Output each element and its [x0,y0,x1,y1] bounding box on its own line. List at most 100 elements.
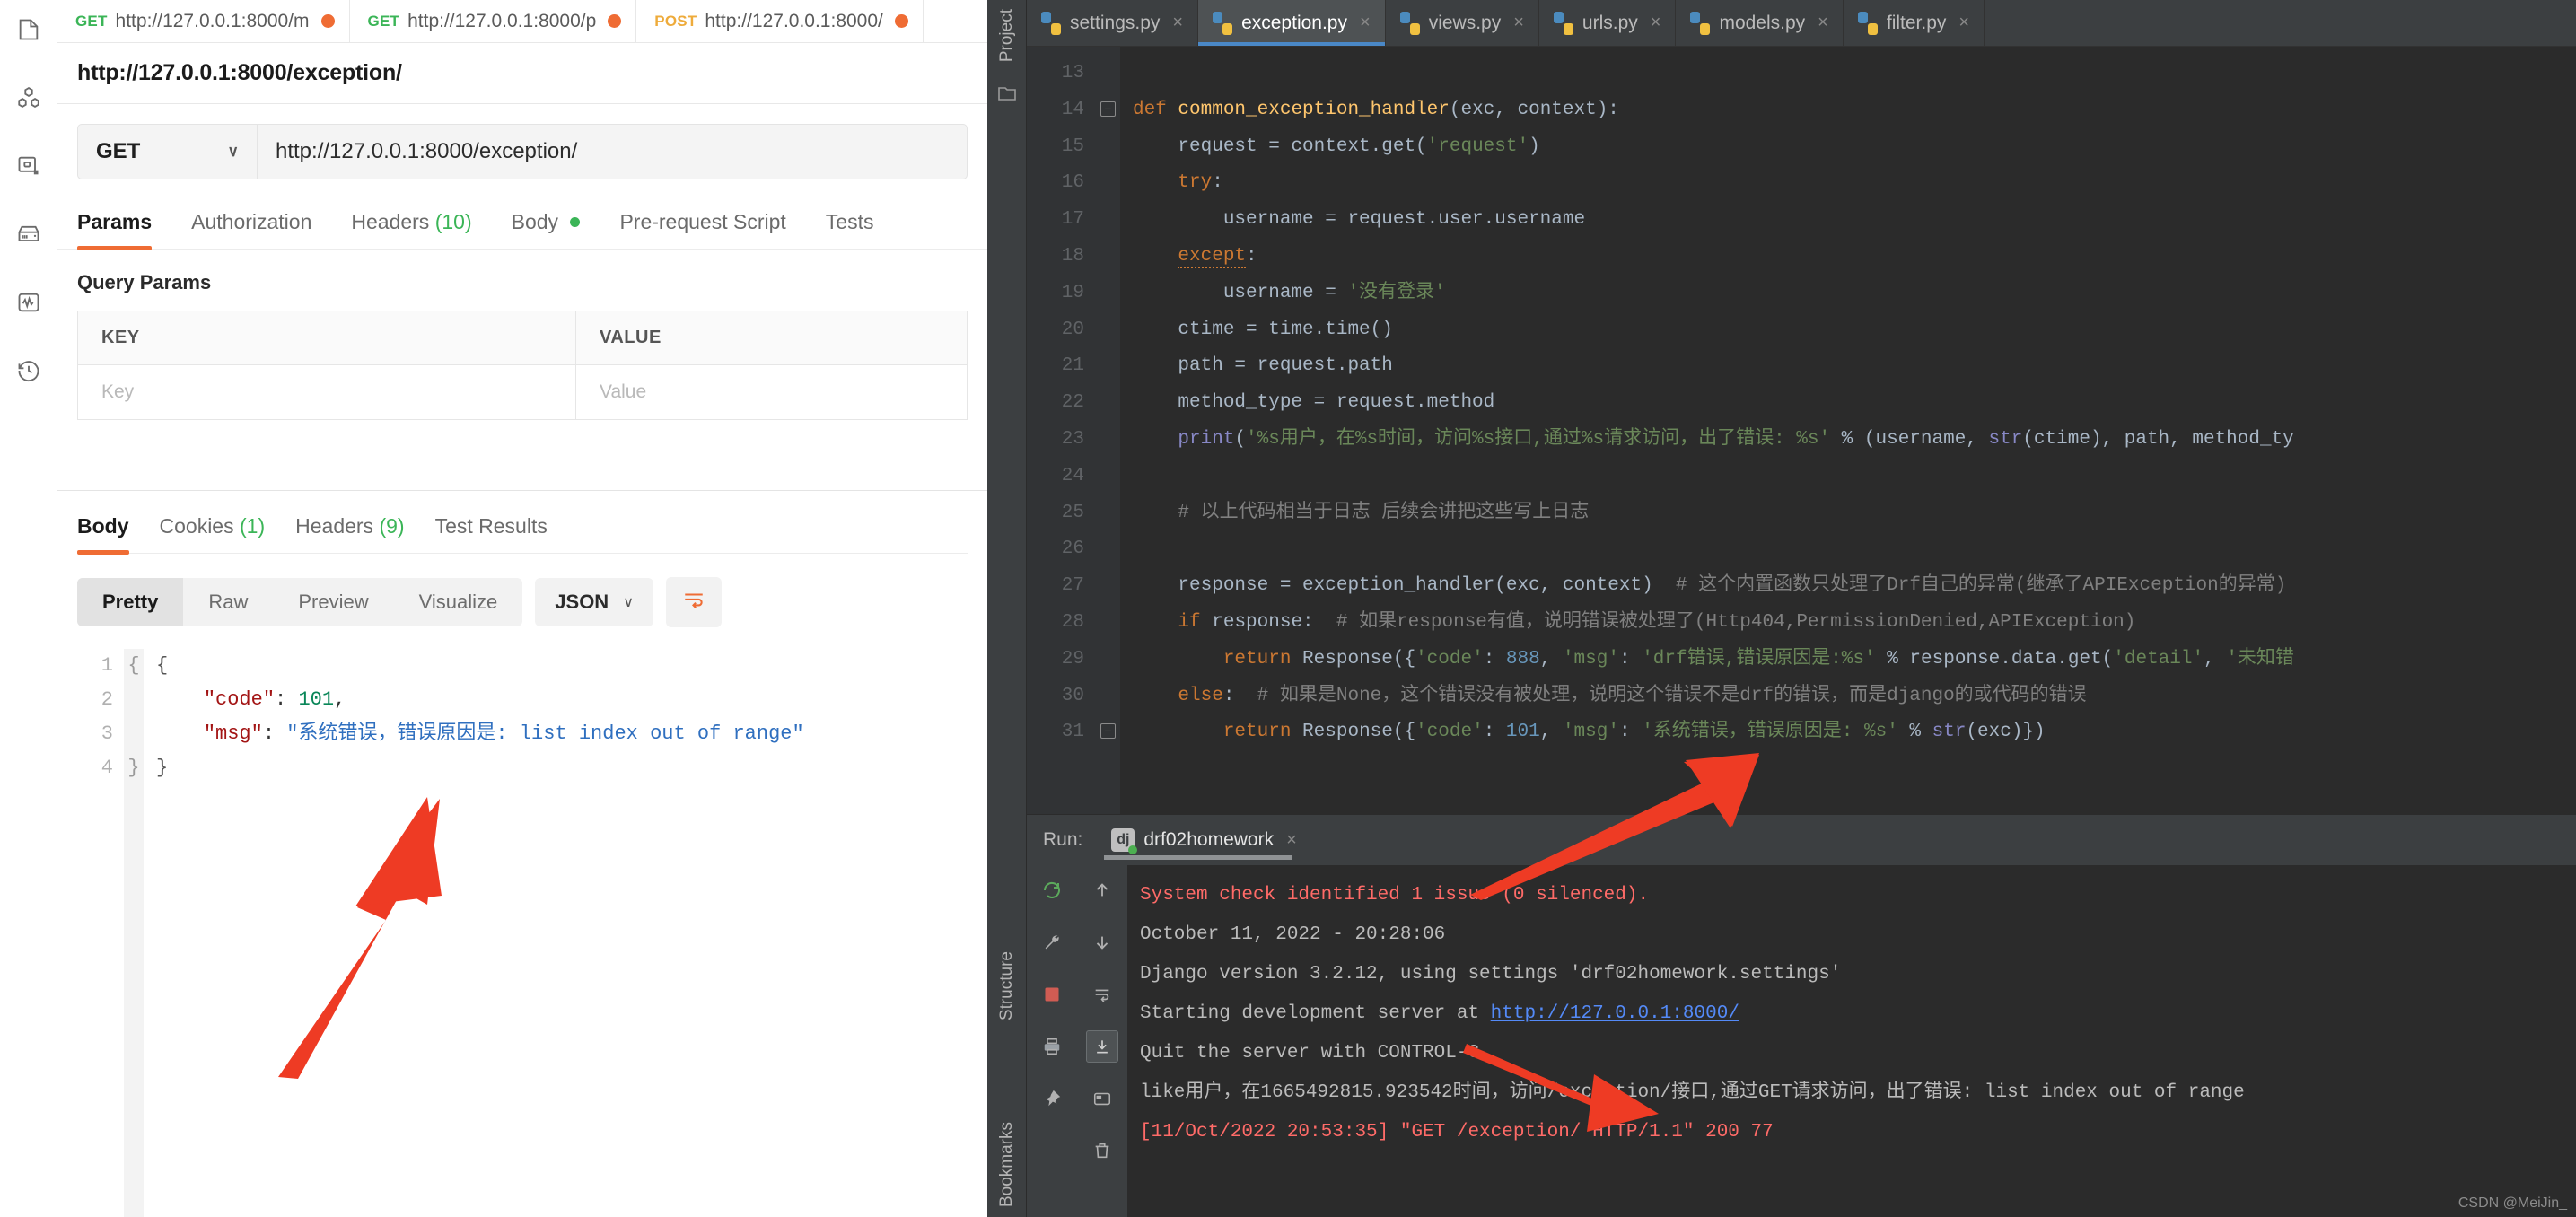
line-number: 27 [1061,575,1084,597]
request-tab-strip[interactable]: Params Authorization Headers (10) Body P… [57,179,987,250]
soft-wrap-icon[interactable] [1086,978,1118,1011]
view-mode-pretty[interactable]: Pretty [77,578,184,626]
close-icon[interactable]: × [1172,13,1183,33]
format-select[interactable]: JSON ∨ [535,578,653,626]
postman-tab-bar[interactable]: GET http://127.0.0.1:8000/m GET http://1… [57,0,987,43]
response-panel: Body Cookies (1) Headers (9) Test Result… [57,490,987,1217]
postman-tab[interactable]: GET http://127.0.0.1:8000/m [57,0,350,42]
editor-tab-filter[interactable]: filter.py × [1844,0,1985,46]
code-token: Response({ [1291,648,1416,670]
up-arrow-icon[interactable] [1086,874,1118,906]
history-icon[interactable] [13,355,44,386]
project-tool-icon[interactable] [996,83,1018,109]
table-row[interactable]: Key Value [78,365,967,420]
tab-authorization[interactable]: Authorization [191,210,311,249]
close-icon[interactable]: × [1360,13,1371,33]
code-editor[interactable]: 13 14 15 16 17 18 19 20 21 22 23 24 25 26 27 28 29 30 31 −… [1027,47,2576,814]
close-icon[interactable]: × [1286,830,1297,851]
wrench-icon[interactable] [1036,926,1068,959]
tab-pre-request-script[interactable]: Pre-request Script [619,210,785,249]
tab-label: Headers [295,514,374,538]
structure-tool-label[interactable]: Structure [997,951,1017,1020]
apis-icon[interactable] [13,83,44,113]
code-line: return Response({'code': 888, 'msg': 'dr… [1133,642,2576,679]
run-toolbar[interactable] [1027,865,1127,1217]
tab-body[interactable]: Body [512,210,581,249]
code-token: 'code' [1415,722,1484,743]
view-mode-preview[interactable]: Preview [273,578,393,626]
close-icon[interactable]: × [1958,13,1969,33]
line-number: 17 [1061,209,1084,231]
tab-test-results[interactable]: Test Results [435,514,548,553]
fold-marker[interactable]: − [1100,101,1116,117]
close-icon[interactable]: × [1651,13,1661,33]
pycharm-tool-strip[interactable]: Project Structure Bookmarks [987,0,1027,1217]
console-line: [11/Oct/2022 20:53:35] "GET /exception/ … [1140,1113,2576,1152]
code-token: # 以上代码相当于日志 后续会讲把这些写上日志 [1133,502,1590,523]
url-input[interactable]: http://127.0.0.1:8000/exception/ [257,124,968,179]
scroll-to-end-icon[interactable] [1086,1030,1118,1063]
pycharm-content: settings.py × exception.py × views.py × … [1027,0,2576,1217]
console-link[interactable]: http://127.0.0.1:8000/ [1491,1003,1739,1024]
tab-url-label: http://127.0.0.1:8000/m [115,10,310,31]
run-console-output[interactable]: System check identified 1 issue (0 silen… [1127,865,2576,1217]
editor-tab-views[interactable]: views.py × [1386,0,1539,46]
editor-tab-bar[interactable]: settings.py × exception.py × views.py × … [1027,0,2576,47]
wrap-lines-button[interactable] [665,577,722,627]
close-icon[interactable]: × [1513,13,1524,33]
close-icon[interactable]: × [1818,13,1828,33]
project-tool-label[interactable]: Project [997,9,1017,62]
run-toolbar-right[interactable] [1077,865,1127,1217]
request-title-bar: http://127.0.0.1:8000/exception/ [57,43,987,104]
tab-headers[interactable]: Headers (10) [351,210,471,249]
view-mode-visualize[interactable]: Visualize [394,578,523,626]
response-body-viewer[interactable]: 1 2 3 4 { } { "code": 101, "msg": "系统错误，错误原… [77,649,968,1217]
key-input[interactable]: Key [78,365,576,420]
editor-tab-urls[interactable]: urls.py × [1539,0,1677,46]
http-method-select[interactable]: GET ∨ [77,124,257,179]
camera-icon[interactable] [1086,1082,1118,1115]
postman-window: GET http://127.0.0.1:8000/m GET http://1… [0,0,987,1217]
json-code: { "code": 101, "msg": "系统错误，错误原因是: list … [144,649,804,1217]
table-header-row: KEY VALUE [78,311,967,365]
monitors-icon[interactable] [13,287,44,318]
postman-sidebar-rail[interactable] [0,0,57,1217]
editor-fold-gutter[interactable]: − − [1097,47,1120,814]
fold-marker[interactable]: − [1100,723,1116,740]
tab-tests[interactable]: Tests [826,210,874,249]
code-token: : [1483,722,1506,743]
tab-response-body[interactable]: Body [77,514,129,555]
print-icon[interactable] [1036,1030,1068,1063]
code-token: 'msg' [1562,722,1619,743]
tab-response-headers[interactable]: Headers (9) [295,514,404,553]
editor-tab-exception[interactable]: exception.py × [1198,0,1386,46]
format-value: JSON [555,591,609,613]
down-arrow-icon[interactable] [1086,926,1118,959]
bookmarks-tool-label[interactable]: Bookmarks [997,1122,1017,1207]
value-input[interactable]: Value [576,365,967,420]
postman-tab[interactable]: GET http://127.0.0.1:8000/p [350,0,637,42]
postman-tab[interactable]: POST http://127.0.0.1:8000/ [636,0,924,42]
line-number-gutter: 1 2 3 4 [77,649,124,1217]
pin-icon[interactable] [1036,1082,1068,1115]
tab-cookies[interactable]: Cookies (1) [160,514,266,553]
response-tab-strip[interactable]: Body Cookies (1) Headers (9) Test Result… [77,514,968,555]
environments-icon[interactable] [13,151,44,181]
editor-code-area[interactable]: def common_exception_handler(exc, contex… [1120,47,2576,814]
view-mode-group[interactable]: Pretty Raw Preview Visualize [77,578,523,626]
mock-servers-icon[interactable] [13,219,44,250]
json-colon: : [275,688,299,711]
code-token: try [1178,172,1213,194]
rerun-icon[interactable] [1036,874,1068,906]
run-configuration-tab[interactable]: dj drf02homework × [1099,815,1309,865]
view-mode-raw[interactable]: Raw [183,578,273,626]
trash-icon[interactable] [1086,1134,1118,1167]
editor-tab-models[interactable]: models.py × [1676,0,1844,46]
tab-params[interactable]: Params [77,210,153,250]
run-toolbar-left[interactable] [1027,865,1077,1217]
stop-icon[interactable] [1036,978,1068,1011]
fold-gutter[interactable]: { } [124,649,144,1217]
code-token: , [1539,648,1563,670]
collections-icon[interactable] [13,14,44,45]
editor-tab-settings[interactable]: settings.py × [1027,0,1199,46]
